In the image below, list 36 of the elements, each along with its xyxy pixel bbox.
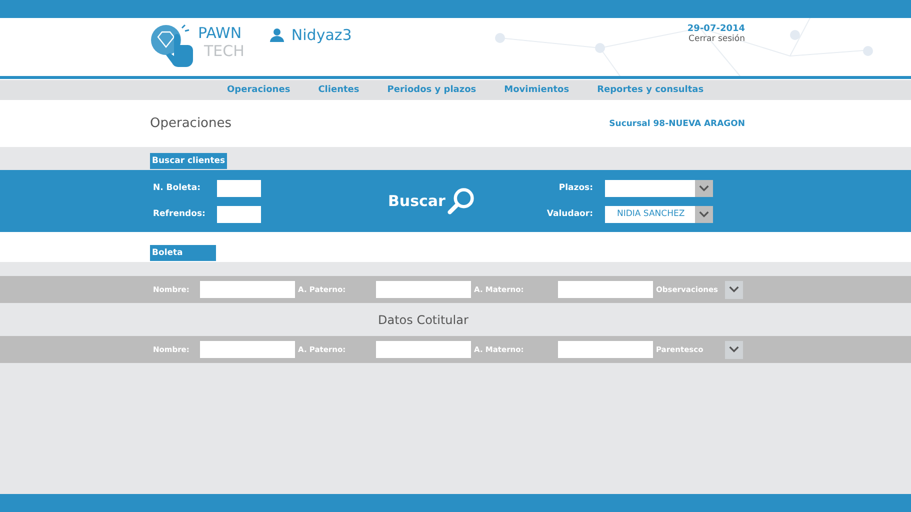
dropdown-button[interactable] (725, 280, 743, 298)
input-field[interactable] (376, 341, 471, 358)
search-icon (447, 187, 476, 215)
date: 29-07-2014 (687, 24, 745, 34)
input-field[interactable] (200, 281, 295, 298)
dropdown-field[interactable] (605, 180, 713, 196)
field-label: Valudaor: (546, 209, 594, 219)
chevron-down-icon (699, 210, 709, 218)
input-field[interactable] (376, 281, 471, 298)
nav-link[interactable]: Periodos y plazos (387, 85, 476, 95)
field-label: Plazos: (558, 183, 594, 193)
dropdown-button[interactable] (725, 340, 743, 358)
user-icon (270, 28, 284, 42)
input-field[interactable] (558, 281, 653, 298)
logout-link[interactable]: Cerrar sesión (688, 34, 745, 44)
chevron-down-icon (699, 184, 709, 192)
field-label: N. Boleta: (152, 183, 202, 193)
nav-link[interactable]: Reportes y consultas (597, 85, 704, 95)
dropdown-field[interactable]: NIDIA SANCHEZ (605, 206, 713, 222)
field-label: Refrendos: (152, 209, 206, 219)
username: Nidyaz3 (291, 26, 352, 44)
chevron-down-icon (729, 346, 739, 353)
search-button[interactable]: Buscar (388, 187, 476, 215)
nav-link[interactable]: Operaciones (227, 85, 290, 95)
input-field[interactable] (558, 341, 653, 358)
nav-link[interactable]: Clientes (318, 85, 360, 95)
input-field[interactable] (217, 180, 261, 196)
input-field[interactable] (217, 206, 261, 222)
section-title: Datos Cotitular (378, 312, 468, 326)
logo-text: TECH (204, 42, 244, 60)
branch-label: Sucursal 98-NUEVA ARAGON (609, 118, 745, 128)
page-title: Operaciones (150, 116, 232, 131)
logo-text: PAWN (198, 24, 243, 42)
input-field[interactable] (200, 341, 295, 358)
nav-link[interactable]: Movimientos (504, 85, 570, 95)
chevron-down-icon (729, 286, 739, 293)
